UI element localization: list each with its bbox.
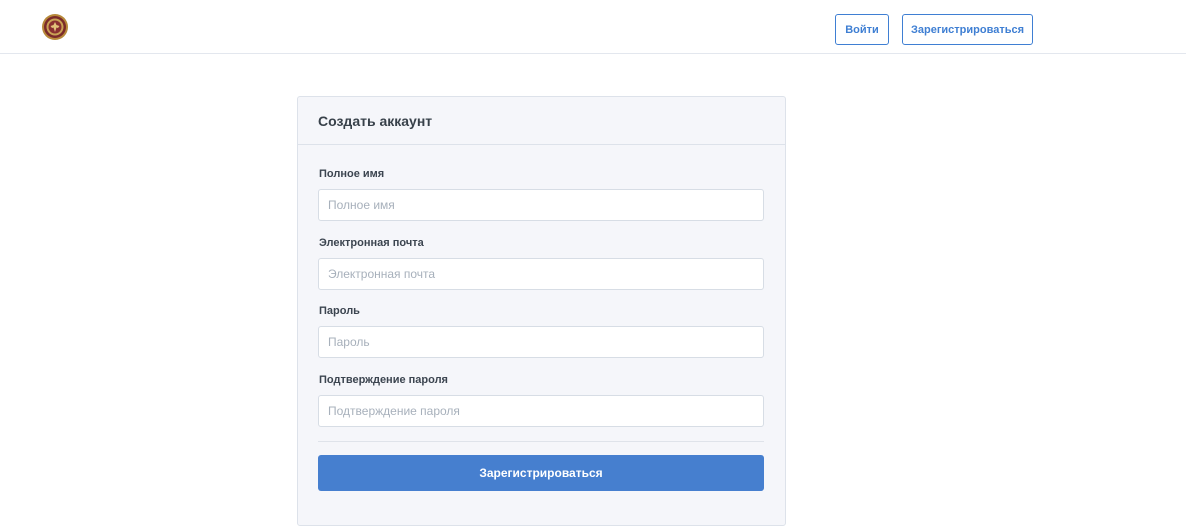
password-input[interactable] — [318, 326, 764, 358]
password-confirm-input[interactable] — [318, 395, 764, 427]
login-button[interactable]: Войти — [835, 14, 889, 45]
full-name-input[interactable] — [318, 189, 764, 221]
register-submit-button[interactable]: Зарегистрироваться — [318, 455, 764, 491]
seal-logo-icon[interactable] — [41, 13, 69, 41]
form-divider — [318, 441, 764, 442]
password-label: Пароль — [319, 305, 360, 317]
email-input[interactable] — [318, 258, 764, 290]
register-nav-button[interactable]: Зарегистрироваться — [902, 14, 1033, 45]
email-label: Электронная почта — [319, 237, 424, 249]
top-navbar: Войти Зарегистрироваться — [0, 0, 1186, 54]
signup-card: Создать аккаунт Полное имя Электронная п… — [297, 96, 786, 526]
password-confirm-label: Подтверждение пароля — [319, 374, 448, 386]
card-title: Создать аккаунт — [298, 97, 785, 145]
full-name-label: Полное имя — [319, 168, 385, 180]
